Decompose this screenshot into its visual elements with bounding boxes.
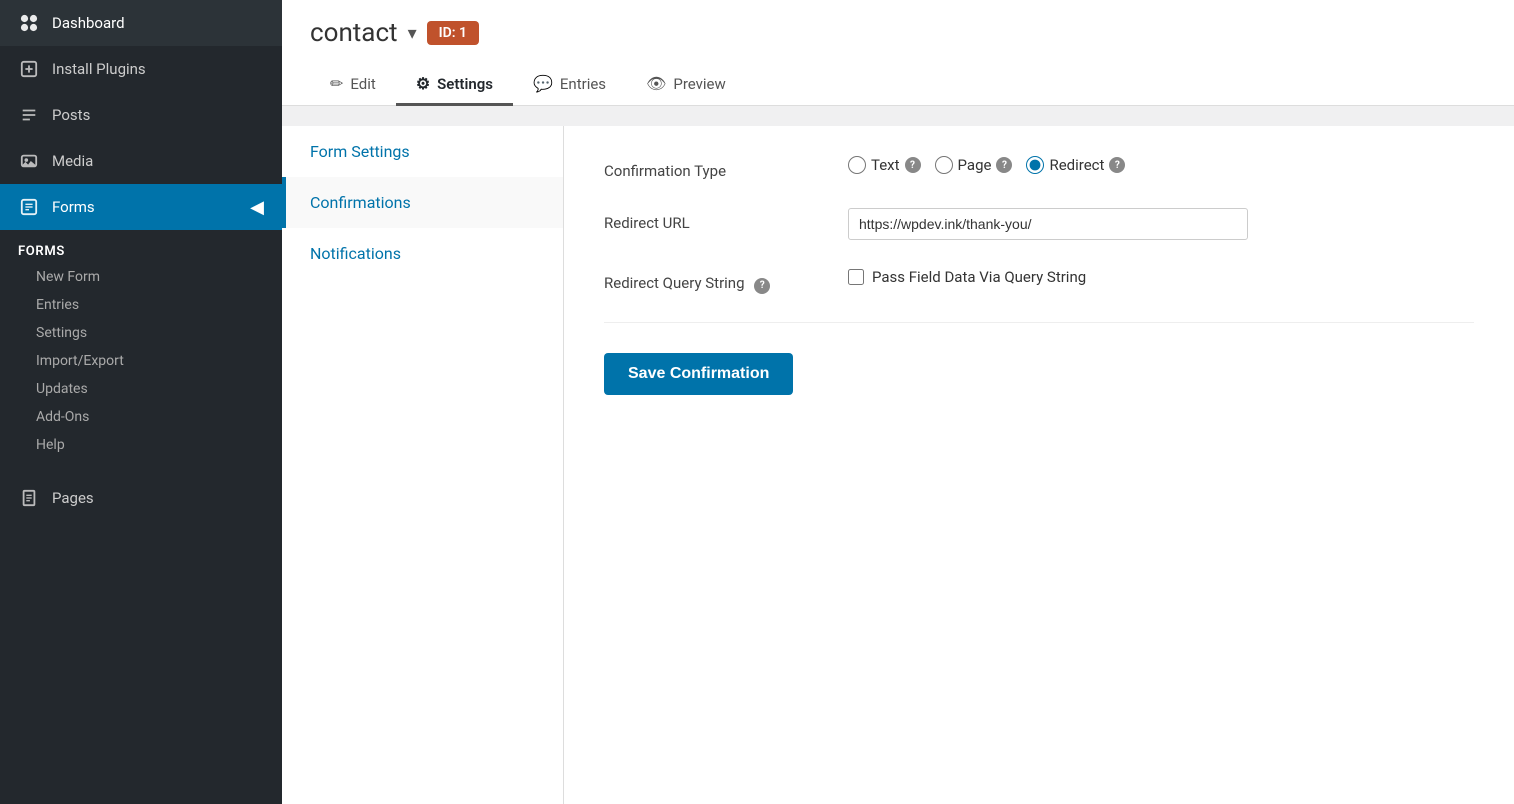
radio-page-input[interactable] xyxy=(935,156,953,174)
divider xyxy=(604,322,1474,323)
redirect-query-string-control: Pass Field Data Via Query String xyxy=(848,268,1474,286)
tab-edit[interactable]: ✏ Edit xyxy=(310,64,396,106)
sidebar-item-forms-label: Forms xyxy=(52,198,95,216)
radio-text-option[interactable]: Text ? xyxy=(848,156,921,174)
save-confirmation-button[interactable]: Save Confirmation xyxy=(604,353,793,395)
tab-preview-label: Preview xyxy=(673,75,725,93)
tab-entries-label: Entries xyxy=(560,75,606,93)
sidebar-item-dashboard-label: Dashboard xyxy=(52,14,125,32)
redirect-url-row: Redirect URL xyxy=(604,208,1474,240)
settings-nav: Form Settings Confirmations Notification… xyxy=(282,126,564,804)
content-area: Form Settings Confirmations Notification… xyxy=(282,106,1514,804)
form-title: contact xyxy=(310,18,398,48)
redirect-url-input[interactable] xyxy=(848,208,1248,240)
sidebar-item-dashboard[interactable]: Dashboard xyxy=(0,0,282,46)
sidebar-sub-settings[interactable]: Settings xyxy=(0,319,282,347)
radio-text-label: Text xyxy=(871,156,900,174)
sidebar: Dashboard Install Plugins Posts Media Fo… xyxy=(0,0,282,804)
radio-page-option[interactable]: Page ? xyxy=(935,156,1013,174)
confirmation-type-row: Confirmation Type Text ? Page ? xyxy=(604,156,1474,180)
sidebar-item-install-plugins[interactable]: Install Plugins xyxy=(0,46,282,92)
media-icon xyxy=(18,150,40,172)
query-string-checkbox-input[interactable] xyxy=(848,269,864,285)
sidebar-item-pages[interactable]: Pages xyxy=(0,475,282,521)
sidebar-item-posts[interactable]: Posts xyxy=(0,92,282,138)
redirect-url-control xyxy=(848,208,1474,240)
radio-redirect-label: Redirect xyxy=(1049,156,1104,174)
sidebar-item-forms[interactable]: Forms ◀ xyxy=(0,184,282,230)
settings-nav-notifications[interactable]: Notifications xyxy=(282,228,563,279)
sidebar-sub-import-export[interactable]: Import/Export xyxy=(0,347,282,375)
redirect-query-string-row: Redirect Query String ? Pass Field Data … xyxy=(604,268,1474,294)
form-title-chevron-icon[interactable]: ▾ xyxy=(408,23,417,44)
sidebar-item-media[interactable]: Media xyxy=(0,138,282,184)
radio-text-input[interactable] xyxy=(848,156,866,174)
sidebar-sub-updates[interactable]: Updates xyxy=(0,375,282,403)
posts-icon xyxy=(18,104,40,126)
edit-icon: ✏ xyxy=(330,74,343,93)
sidebar-item-pages-label: Pages xyxy=(52,489,94,507)
redirect-help-icon[interactable]: ? xyxy=(1109,157,1125,173)
forms-icon xyxy=(18,196,40,218)
form-id-badge: ID: 1 xyxy=(427,21,479,45)
tab-settings[interactable]: ⚙ Settings xyxy=(396,64,513,106)
radio-redirect-input[interactable] xyxy=(1026,156,1044,174)
sidebar-sub-entries[interactable]: Entries xyxy=(0,291,282,319)
sidebar-sub-add-ons[interactable]: Add-Ons xyxy=(0,403,282,431)
radio-page-label: Page xyxy=(958,156,992,174)
entries-icon: 💬 xyxy=(533,74,553,93)
sidebar-sub-new-form[interactable]: New Form xyxy=(0,263,282,291)
page-help-icon[interactable]: ? xyxy=(996,157,1012,173)
forms-section-label: Forms xyxy=(0,230,282,263)
redirect-query-string-label: Redirect Query String ? xyxy=(604,268,824,294)
query-string-help-icon[interactable]: ? xyxy=(754,278,770,294)
query-string-checkbox-label: Pass Field Data Via Query String xyxy=(872,268,1086,286)
tab-settings-label: Settings xyxy=(437,75,493,93)
query-string-checkbox-option[interactable]: Pass Field Data Via Query String xyxy=(848,268,1086,286)
plugin-icon xyxy=(18,58,40,80)
settings-nav-confirmations[interactable]: Confirmations xyxy=(282,177,563,228)
dashboard-icon xyxy=(18,12,40,34)
forms-indicator: ◀ xyxy=(250,197,264,218)
tabs-bar: ✏ Edit ⚙ Settings 💬 Entries 👁 Preview xyxy=(310,64,1486,105)
settings-nav-form-settings[interactable]: Form Settings xyxy=(282,126,563,177)
sidebar-item-posts-label: Posts xyxy=(52,106,90,124)
tab-preview[interactable]: 👁 Preview xyxy=(626,64,746,106)
main-content: contact ▾ ID: 1 ✏ Edit ⚙ Settings 💬 Entr… xyxy=(282,0,1514,804)
topbar: contact ▾ ID: 1 ✏ Edit ⚙ Settings 💬 Entr… xyxy=(282,0,1514,106)
settings-panel: Confirmation Type Text ? Page ? xyxy=(564,126,1514,804)
confirmation-type-label: Confirmation Type xyxy=(604,156,824,180)
redirect-url-label: Redirect URL xyxy=(604,208,824,232)
sidebar-sub-help[interactable]: Help xyxy=(0,431,282,459)
tab-edit-label: Edit xyxy=(350,75,375,93)
sidebar-item-media-label: Media xyxy=(52,152,93,170)
tab-entries[interactable]: 💬 Entries xyxy=(513,64,626,106)
sidebar-item-install-plugins-label: Install Plugins xyxy=(52,60,146,78)
pages-icon xyxy=(18,487,40,509)
settings-icon: ⚙ xyxy=(416,74,430,93)
confirmation-type-controls: Text ? Page ? Redirect ? xyxy=(848,156,1474,174)
radio-redirect-option[interactable]: Redirect ? xyxy=(1026,156,1125,174)
text-help-icon[interactable]: ? xyxy=(905,157,921,173)
preview-icon: 👁 xyxy=(646,74,666,93)
